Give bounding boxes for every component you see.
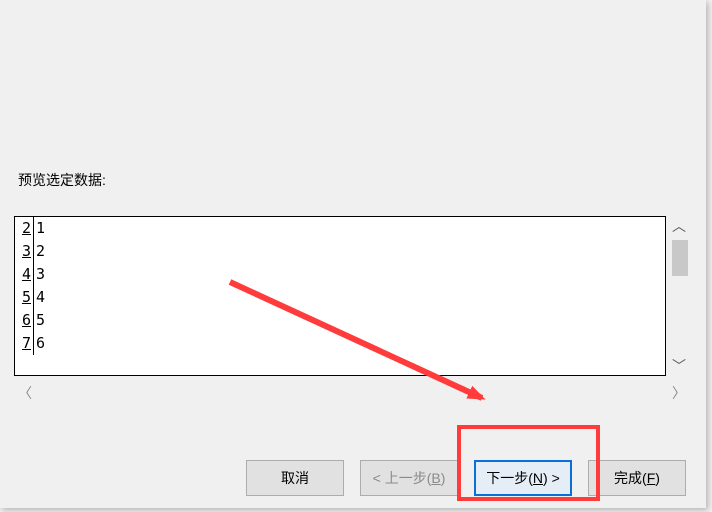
row-lineno: 2: [15, 217, 34, 240]
cancel-button-label: 取消: [281, 468, 309, 488]
finish-button-prefix: 完成(: [614, 468, 647, 488]
row-lineno: 6: [15, 309, 34, 332]
row-value: 5: [34, 309, 45, 332]
scroll-right-icon[interactable]: 〉: [668, 383, 690, 403]
next-button[interactable]: 下一步(N) >: [474, 460, 572, 496]
row-lineno: 4: [15, 263, 34, 286]
next-button-suffix: ) >: [543, 470, 560, 486]
scroll-thumb[interactable]: [672, 240, 688, 276]
back-button[interactable]: < 上一步(B): [360, 460, 458, 496]
preview-label: 预览选定数据:: [18, 170, 106, 190]
row-value: 6: [34, 332, 45, 355]
scroll-up-icon[interactable]: ︿: [672, 216, 686, 236]
row-lineno: 7: [15, 332, 34, 355]
row-value: 1: [34, 217, 45, 240]
preview-container: 213243546576 ︿ ﹀ 〈 〉: [14, 216, 690, 410]
scroll-down-icon[interactable]: ﹀: [672, 356, 686, 376]
finish-button[interactable]: 完成(F): [588, 460, 686, 496]
table-row[interactable]: 43: [15, 263, 665, 286]
back-button-prefix: < 上一步(: [373, 468, 432, 488]
cancel-button[interactable]: 取消: [246, 460, 344, 496]
back-button-mnemonic: B: [431, 470, 440, 486]
preview-box[interactable]: 213243546576: [14, 216, 666, 376]
horizontal-scrollbar[interactable]: 〈 〉: [14, 380, 690, 406]
next-button-prefix: 下一步(: [486, 468, 533, 488]
table-row[interactable]: 32: [15, 240, 665, 263]
finish-button-mnemonic: F: [647, 470, 656, 486]
table-row[interactable]: 65: [15, 309, 665, 332]
row-value: 3: [34, 263, 45, 286]
scroll-left-icon[interactable]: 〈: [14, 383, 36, 403]
wizard-dialog: 预览选定数据: 213243546576 ︿ ﹀ 〈 〉 取消 < 上一步(B)…: [0, 0, 706, 508]
vertical-scrollbar[interactable]: ︿ ﹀: [668, 216, 690, 376]
button-bar: 取消 < 上一步(B) 下一步(N) > 完成(F): [0, 460, 706, 496]
table-row[interactable]: 76: [15, 332, 665, 355]
row-value: 2: [34, 240, 45, 263]
next-button-mnemonic: N: [533, 470, 543, 486]
table-row[interactable]: 54: [15, 286, 665, 309]
table-row[interactable]: 21: [15, 217, 665, 240]
finish-button-suffix: ): [655, 470, 660, 486]
row-value: 4: [34, 286, 45, 309]
row-lineno: 3: [15, 240, 34, 263]
back-button-suffix: ): [441, 470, 446, 486]
row-lineno: 5: [15, 286, 34, 309]
